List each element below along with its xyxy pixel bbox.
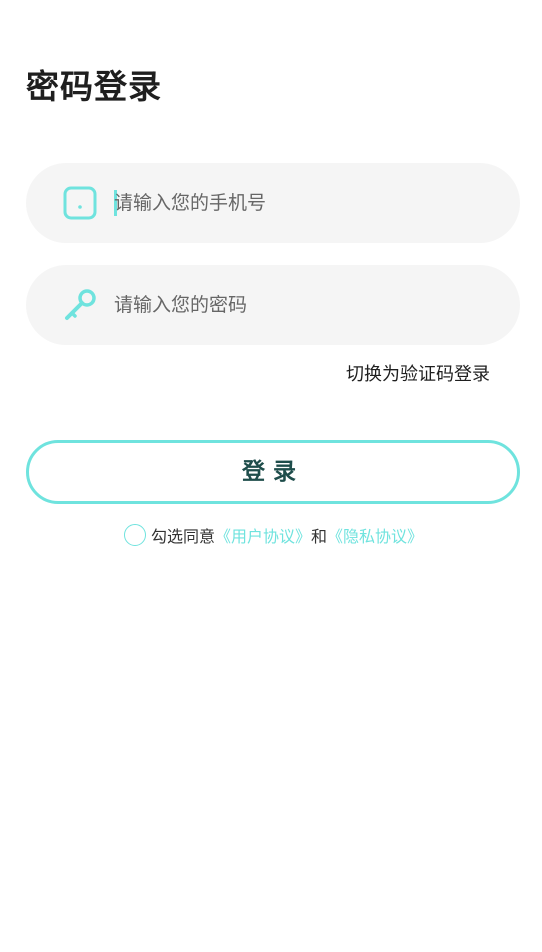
login-button[interactable]: 登录 (26, 440, 520, 504)
privacy-agreement-link[interactable]: 《隐私协议》 (327, 523, 423, 547)
page-title: 密码登录 (26, 67, 162, 106)
key-icon (65, 289, 96, 320)
agree-checkbox[interactable] (124, 524, 146, 546)
agreement-row: 勾选同意 《用户协议》 和 《隐私协议》 (124, 522, 423, 548)
user-agreement-link[interactable]: 《用户协议》 (215, 523, 311, 547)
password-input[interactable] (114, 285, 484, 325)
agree-conjunction-text: 和 (311, 527, 328, 546)
phone-field[interactable] (26, 163, 520, 243)
phone-icon (63, 186, 97, 220)
phone-input[interactable] (114, 183, 484, 223)
password-field[interactable] (26, 265, 520, 345)
agree-prefix-text: 勾选同意 (151, 527, 216, 546)
switch-to-sms-login-link[interactable]: 切换为验证码登录 (346, 360, 490, 386)
